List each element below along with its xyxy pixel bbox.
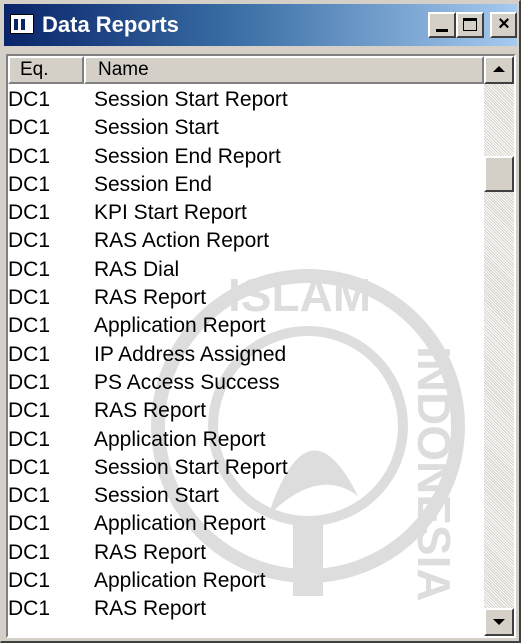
cell-name: RAS Report — [94, 286, 207, 310]
cell-name: RAS Dial — [94, 257, 180, 281]
vertical-scrollbar[interactable] — [484, 56, 514, 636]
column-header-eq[interactable]: Eq. — [8, 56, 84, 84]
cell-name: Application Report — [94, 569, 266, 593]
table-row[interactable]: DC1 Application Report — [8, 312, 484, 340]
cell-name: RAS Report — [94, 540, 207, 564]
cell-eq: DC1 — [8, 88, 51, 111]
table-row[interactable]: DC1 PS Access Success — [8, 369, 484, 397]
cell-eq: DC1 — [8, 229, 51, 253]
table-row[interactable]: DC1 RAS Dial — [8, 256, 484, 284]
cell-name: Session Start Report — [94, 455, 288, 479]
table-body: DC1 Session Start Report DC1 Session Start D… — [8, 86, 484, 624]
cell-eq: DC1 — [8, 427, 51, 451]
arrow-up-icon — [493, 66, 505, 72]
table-row[interactable]: DC1 Application Report — [8, 426, 484, 454]
window-title: Data Reports — [42, 12, 179, 37]
cell-name: RAS Action Report — [94, 229, 270, 253]
cell-eq: DC1 — [8, 342, 51, 366]
cell-eq: DC1 — [8, 257, 51, 281]
table-row[interactable]: DC1 RAS Report — [8, 595, 484, 623]
cell-eq: DC1 — [8, 314, 51, 338]
cell-eq: DC1 — [8, 512, 51, 536]
cell-eq: DC1 — [8, 399, 51, 423]
maximize-button[interactable] — [456, 12, 484, 38]
cell-eq: DC1 — [8, 172, 51, 196]
table-row[interactable]: DC1 KPI Start Report — [8, 199, 484, 227]
table-row[interactable]: DC1 Session Start Report — [8, 454, 484, 482]
cell-name: Application Report — [94, 314, 266, 338]
cell-name: Session End Report — [94, 144, 281, 168]
cell-eq: DC1 — [8, 569, 51, 593]
cell-name: Session End — [94, 172, 212, 196]
table-row[interactable]: DC1 RAS Report — [8, 284, 484, 312]
close-button[interactable]: × — [490, 12, 517, 38]
scroll-up-button[interactable] — [484, 56, 514, 84]
cell-eq: DC1 — [8, 370, 51, 394]
table-row[interactable]: DC1 RAS Action Report — [8, 227, 484, 255]
table-row[interactable]: DC1 Application Report — [8, 510, 484, 538]
cell-name: Session Start Report — [94, 88, 288, 111]
cell-name: RAS Report — [94, 597, 207, 621]
table-row[interactable]: DC1 Application Report — [8, 567, 484, 595]
cell-eq: DC1 — [8, 455, 51, 479]
column-header-name[interactable]: Name — [84, 56, 484, 84]
table-row[interactable]: DC1 Session Start — [8, 114, 484, 142]
cell-name: Session Start — [94, 116, 219, 140]
table-header: Eq. Name — [8, 56, 484, 84]
table-row[interactable]: DC1 RAS Report — [8, 397, 484, 425]
arrow-down-icon — [493, 619, 505, 625]
data-reports-window: Data Reports × ISLAM INDONESIA Eq. Name … — [0, 0, 521, 643]
close-icon: × — [498, 13, 510, 35]
scroll-down-button[interactable] — [484, 608, 514, 636]
table-window-icon[interactable] — [10, 14, 34, 34]
cell-name: IP Address Assigned — [94, 342, 287, 366]
table-row[interactable]: DC1 RAS Report — [8, 539, 484, 567]
cell-name: RAS Report — [94, 399, 207, 423]
cell-eq: DC1 — [8, 144, 51, 168]
cell-eq: DC1 — [8, 116, 51, 140]
cell-name: Session Start — [94, 484, 219, 508]
cell-eq: DC1 — [8, 597, 51, 621]
cell-eq: DC1 — [8, 286, 51, 310]
minimize-button[interactable] — [428, 12, 456, 38]
cell-name: Application Report — [94, 512, 266, 536]
cell-eq: DC1 — [8, 484, 51, 508]
title-bar[interactable]: Data Reports × — [4, 4, 517, 46]
cell-name: Application Report — [94, 427, 266, 451]
table-row[interactable]: DC1 Session End — [8, 171, 484, 199]
table-row[interactable]: DC1 Session Start Report — [8, 86, 484, 114]
table-row[interactable]: DC1 Session End Report — [8, 143, 484, 171]
report-list: ISLAM INDONESIA Eq. Name DC1 Session Star… — [6, 54, 516, 638]
table-row[interactable]: DC1 Session Start — [8, 482, 484, 510]
cell-eq: DC1 — [8, 201, 51, 225]
scroll-thumb[interactable] — [484, 156, 514, 192]
table-row[interactable]: DC1 IP Address Assigned — [8, 341, 484, 369]
cell-eq: DC1 — [8, 540, 51, 564]
cell-name: PS Access Success — [94, 370, 280, 394]
cell-name: KPI Start Report — [94, 201, 247, 225]
